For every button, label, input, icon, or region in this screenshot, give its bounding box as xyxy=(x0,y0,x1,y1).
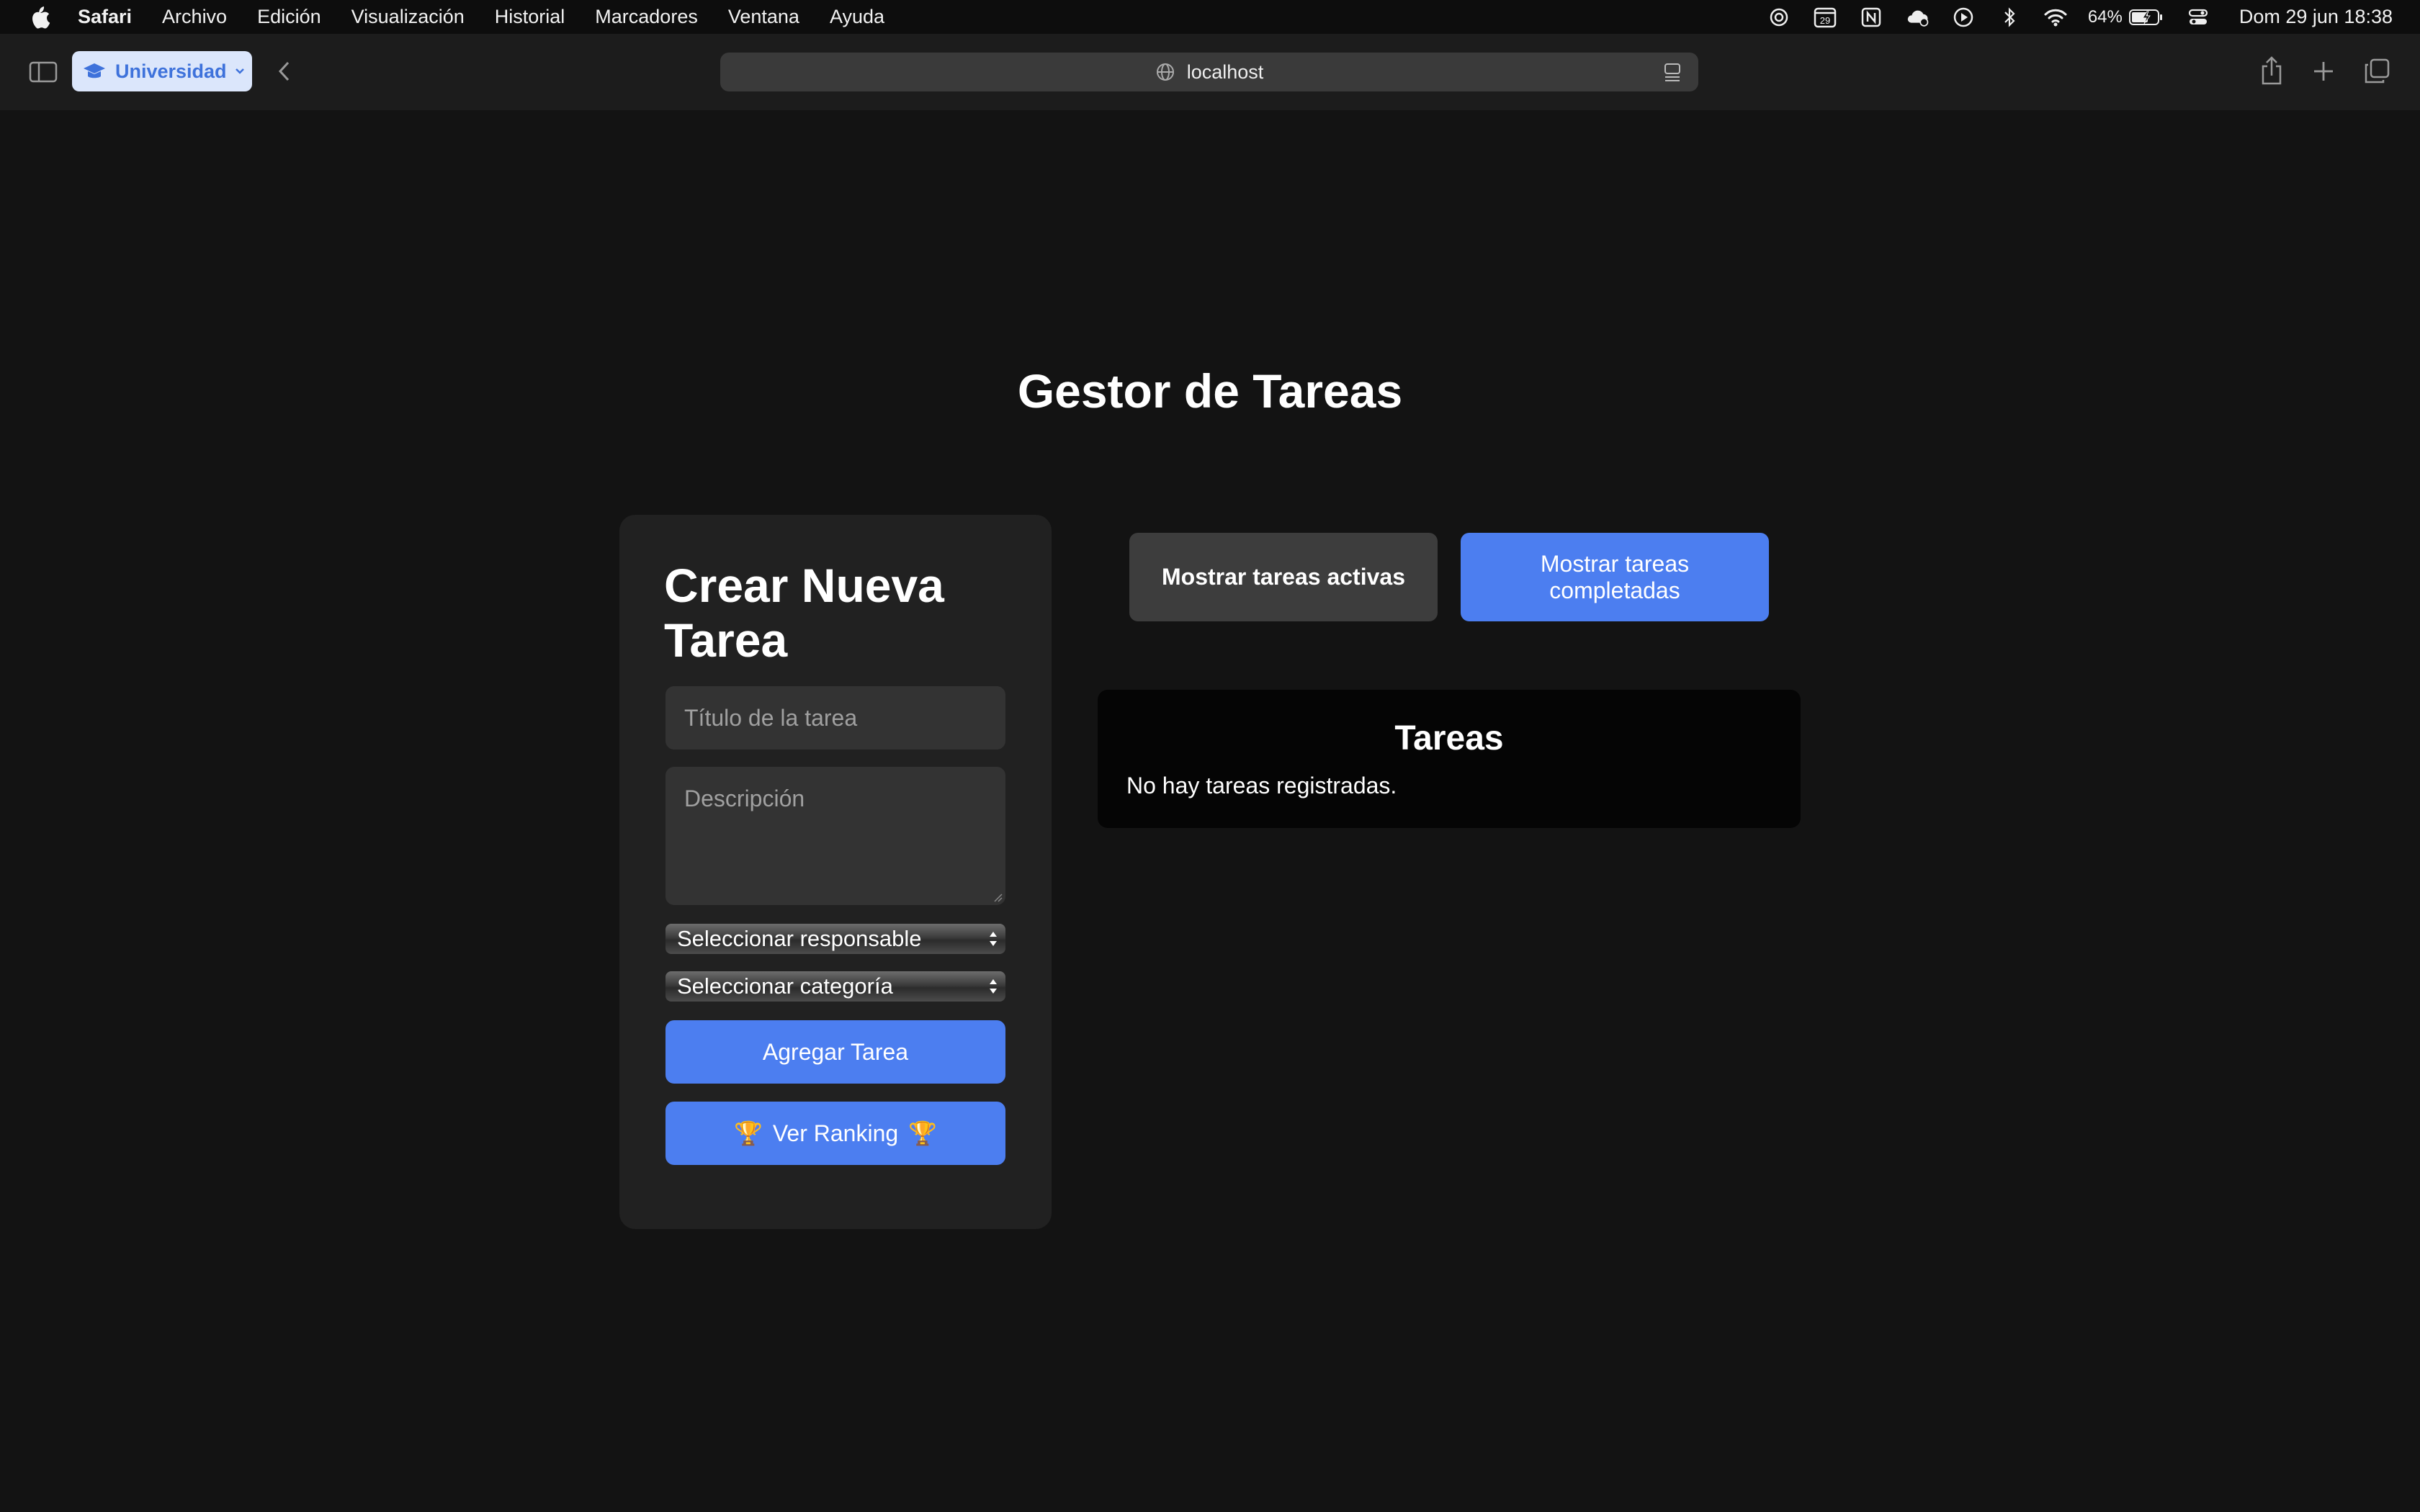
view-ranking-label: Ver Ranking xyxy=(772,1120,899,1146)
cloud-sync-icon[interactable] xyxy=(1905,5,1930,30)
status-area: 29 64% Dom 29 jun 18:38 xyxy=(1745,0,2393,34)
form-heading: Crear Nueva Tarea xyxy=(664,559,944,667)
task-description-textarea[interactable]: Descripción xyxy=(666,767,1005,905)
page-title: Gestor de Tareas xyxy=(1017,364,1403,418)
menu-bar: Safari Archivo Edición Visualización His… xyxy=(0,0,2420,34)
task-description-placeholder: Descripción xyxy=(684,786,805,811)
browser-toolbar: Universidad localhost xyxy=(0,34,2420,110)
show-active-tasks-label: Mostrar tareas activas xyxy=(1162,564,1405,590)
create-task-form: Crear Nueva Tarea Título de la tarea Des… xyxy=(619,515,1052,1229)
apple-logo-icon[interactable] xyxy=(29,5,50,30)
play-icon[interactable] xyxy=(1951,5,1976,30)
menu-app-name[interactable]: Safari xyxy=(78,6,132,28)
tab-overview-icon[interactable] xyxy=(2362,57,2391,86)
menu-archivo[interactable]: Archivo xyxy=(162,6,227,28)
sidebar-toggle-icon[interactable] xyxy=(29,60,58,84)
globe-icon xyxy=(1156,63,1174,81)
control-center-icon[interactable] xyxy=(2186,5,2210,30)
bluetooth-icon[interactable] xyxy=(1997,5,2022,30)
openai-icon[interactable] xyxy=(1767,5,1791,30)
menu-ayuda[interactable]: Ayuda xyxy=(830,6,884,28)
trophy-icon: 🏆 xyxy=(908,1120,937,1146)
tasks-panel: Tareas No hay tareas registradas. xyxy=(1098,690,1801,828)
profile-selector[interactable]: Universidad xyxy=(72,51,252,91)
category-select-value: Seleccionar categoría xyxy=(677,973,893,999)
menu-visualizacion[interactable]: Visualización xyxy=(351,6,465,28)
address-bar[interactable]: localhost xyxy=(720,53,1698,91)
svg-text:29: 29 xyxy=(1820,15,1830,26)
select-arrows-icon xyxy=(990,979,997,994)
url-text: localhost xyxy=(1186,60,1264,83)
view-ranking-button[interactable]: 🏆 Ver Ranking 🏆 xyxy=(666,1102,1005,1165)
new-tab-icon[interactable] xyxy=(2309,57,2338,86)
show-active-tasks-button[interactable]: Mostrar tareas activas xyxy=(1129,533,1438,621)
show-completed-tasks-label: Mostrar tareas completadas xyxy=(1540,550,1690,603)
battery-icon[interactable] xyxy=(2128,5,2164,30)
task-title-input[interactable]: Título de la tarea xyxy=(666,686,1005,750)
add-task-label: Agregar Tarea xyxy=(762,1038,909,1065)
show-completed-tasks-button[interactable]: Mostrar tareas completadas xyxy=(1461,533,1769,621)
calendar-icon[interactable]: 29 xyxy=(1813,5,1837,30)
responsible-select[interactable]: Seleccionar responsable xyxy=(666,924,1005,954)
select-arrows-icon xyxy=(990,932,997,946)
menu-historial[interactable]: Historial xyxy=(495,6,565,28)
reader-mode-icon[interactable] xyxy=(1662,62,1682,82)
back-arrow-icon[interactable] xyxy=(274,58,295,84)
tasks-empty-message: No hay tareas registradas. xyxy=(1126,773,1397,798)
add-task-button[interactable]: Agregar Tarea xyxy=(666,1020,1005,1084)
menu-marcadores[interactable]: Marcadores xyxy=(595,6,698,28)
trophy-icon: 🏆 xyxy=(733,1120,763,1146)
battery-percentage: 64% xyxy=(2087,6,2123,27)
resize-grip-icon[interactable] xyxy=(992,892,1003,902)
tasks-heading: Tareas xyxy=(1394,719,1504,757)
category-select[interactable]: Seleccionar categoría xyxy=(666,971,1005,1002)
profile-label: Universidad xyxy=(115,60,227,82)
notion-icon[interactable] xyxy=(1859,5,1883,30)
responsible-select-value: Seleccionar responsable xyxy=(677,926,922,951)
menu-ventana[interactable]: Ventana xyxy=(728,6,799,28)
menubar-clock[interactable]: Dom 29 jun 18:38 xyxy=(2239,6,2393,28)
share-icon[interactable] xyxy=(2257,54,2286,87)
wifi-icon[interactable] xyxy=(2043,5,2068,30)
graduation-cap-icon xyxy=(84,63,105,78)
chevron-down-icon xyxy=(235,68,244,74)
menu-edicion[interactable]: Edición xyxy=(257,6,321,28)
task-title-placeholder: Título de la tarea xyxy=(684,705,858,731)
